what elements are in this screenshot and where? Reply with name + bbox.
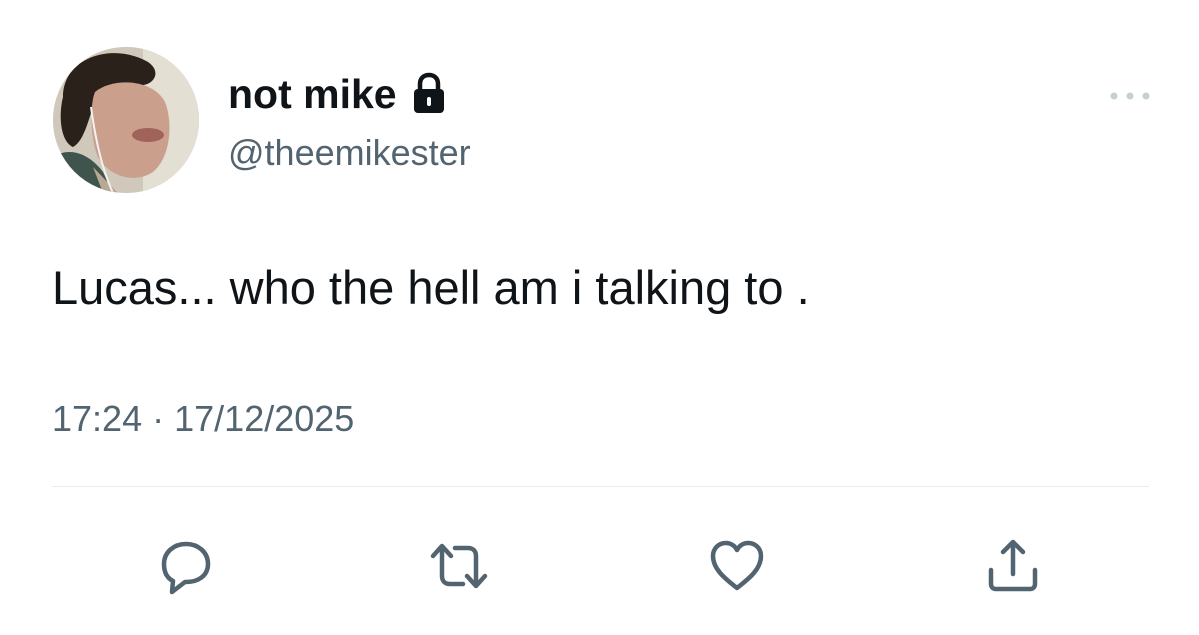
timestamp[interactable]: 17:24 · 17/12/2025	[52, 395, 354, 443]
user-handle[interactable]: @theemikester	[228, 131, 471, 175]
divider	[52, 486, 1149, 487]
tweet-time: 17:24	[52, 398, 143, 439]
share-button[interactable]	[981, 534, 1045, 598]
tweet-text: Lucas... who the hell am i talking to .	[52, 261, 810, 314]
display-name-text: not mike	[228, 71, 397, 117]
lock-icon	[411, 72, 447, 116]
timestamp-separator: ·	[152, 398, 165, 439]
retweet-arrows-icon	[430, 543, 488, 589]
more-dots-icon[interactable]	[1108, 86, 1152, 106]
retweet-button[interactable]	[427, 534, 491, 598]
heart-icon	[710, 540, 764, 591]
like-button[interactable]	[705, 534, 769, 598]
speech-bubble-icon	[161, 541, 211, 595]
share-upload-icon	[988, 539, 1038, 592]
avatar[interactable]	[53, 47, 199, 193]
reply-button[interactable]	[154, 534, 218, 598]
tweet-date: 17/12/2025	[174, 398, 355, 439]
avatar-photo	[53, 47, 199, 193]
display-name[interactable]: not mike	[228, 70, 447, 118]
